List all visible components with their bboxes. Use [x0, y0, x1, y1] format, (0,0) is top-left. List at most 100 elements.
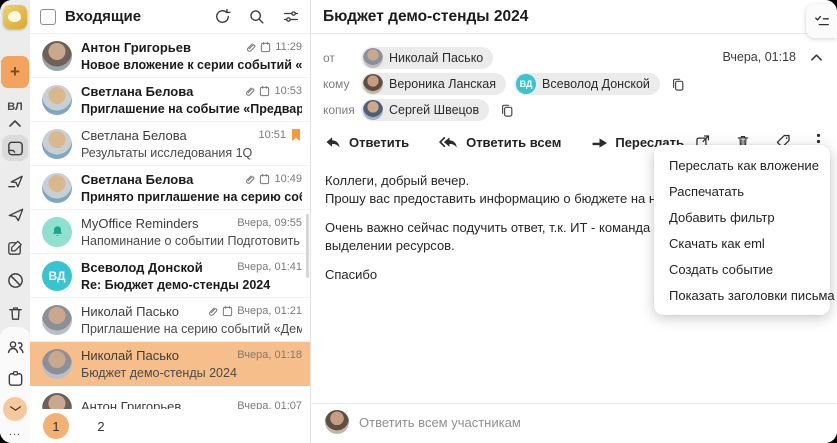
reply-all-button[interactable]: Ответить всем [439, 135, 561, 150]
context-menu: Переслать как вложение Распечатать Добав… [654, 145, 835, 315]
refresh-icon[interactable] [214, 8, 231, 25]
attachment-icon [244, 85, 255, 97]
sidebar-folder-outbox[interactable] [2, 168, 28, 194]
avatar: ВД [42, 260, 72, 291]
reply-icon [325, 136, 342, 150]
recipient-pill[interactable]: Вероника Ланская [361, 73, 507, 95]
menu-item-create-event[interactable]: Создать событие [654, 256, 830, 282]
list-item[interactable]: ВД Всеволод Донской Вчера, 01:41 Re: Бюд… [30, 254, 310, 298]
avatar [42, 304, 72, 335]
calendar-badge-icon [259, 85, 270, 97]
quick-reply-bar[interactable]: Ответить всем участникам [311, 403, 837, 440]
email-subject: Бюджет демо-стенды 2024 [81, 365, 237, 380]
list-item[interactable]: Антон Григорьев 11:29 Новое вложение к с… [30, 34, 310, 78]
avatar [363, 74, 383, 94]
from-label: от [323, 51, 335, 65]
sidebar-folder-drafts[interactable] [2, 234, 28, 260]
sender-name: Николай Пасько [81, 347, 180, 363]
cc-label: копия [323, 103, 355, 117]
mail-app-button[interactable] [2, 396, 28, 422]
page-button-1[interactable]: 1 [43, 413, 69, 439]
attachment-icon [244, 173, 255, 185]
list-item[interactable]: MyOffice Reminders Вчера, 09:55 Напомина… [30, 210, 310, 254]
sender-pill[interactable]: Николай Пасько [361, 47, 494, 69]
email-time: Вчера, 01:21 [237, 305, 302, 317]
email-time: 10:53 [274, 85, 302, 97]
list-item[interactable]: Светлана Белова 10:51 Результаты исследо… [30, 122, 310, 166]
email-time: 11:29 [275, 41, 302, 53]
list-item[interactable]: Светлана Белова 10:49 Принято приглашени… [30, 166, 310, 210]
mail-app-icon [3, 397, 27, 421]
sender-name: Всеволод Донской [81, 259, 203, 275]
email-time: Вчера, 01:41 [237, 261, 302, 273]
sidebar-folder-inbox[interactable] [2, 135, 28, 161]
email-subject: Re: Бюджет демо-стенды 2024 [81, 277, 271, 292]
contacts-icon [5, 337, 25, 357]
sidebar-folder-trash[interactable] [2, 300, 28, 326]
menu-item-add-filter[interactable]: Добавить фильтр [654, 204, 830, 230]
flag-icon [290, 128, 302, 142]
email-subject-title: Бюджет демо-стенды 2024 [323, 7, 529, 25]
copy-recipients-icon[interactable] [670, 76, 686, 93]
tasks-panel-toggle[interactable] [806, 4, 837, 38]
recipient-pill[interactable]: ВД Всеволод Донской [514, 73, 660, 95]
user-avatar[interactable]: ВЛ [7, 101, 22, 113]
compose-button[interactable]: + [1, 56, 29, 88]
email-meta: от Николай Пасько кому Вероника Ланская … [311, 34, 837, 121]
avatar [325, 410, 349, 434]
select-all-checkbox[interactable] [40, 8, 56, 25]
email-time: 10:51 [258, 129, 286, 141]
reply-button[interactable]: Ответить [325, 135, 409, 150]
avatar [42, 84, 72, 115]
mail-list-panel: Входящие Антон Григорьев 11:29 Новое вло… [30, 0, 311, 443]
cc-pill-name: Сергей Швецов [389, 103, 480, 117]
sender-name: Антон Григорьев [81, 39, 191, 55]
cc-pill[interactable]: Сергей Швецов [361, 99, 490, 121]
list-item[interactable]: Николай Пасько Вчера, 01:21 Приглашение … [30, 298, 310, 342]
sender-name: Светлана Белова [81, 83, 194, 99]
email-subject: Приглашение на событие «Предварительно..… [81, 101, 302, 116]
sent-icon [6, 205, 25, 224]
list-scrollbar[interactable] [306, 214, 309, 278]
sidebar-folder-sent[interactable] [2, 201, 28, 227]
email-subject: Принято приглашение на серию событий «..… [81, 189, 302, 204]
search-icon[interactable] [248, 8, 265, 25]
collapse-up-icon[interactable] [8, 119, 22, 128]
copy-cc-icon[interactable] [499, 102, 515, 119]
email-list: Антон Григорьев 11:29 Новое вложение к с… [30, 34, 310, 409]
trash-icon [6, 304, 25, 323]
sender-name: Антон Григорьев [81, 398, 182, 410]
reply-all-icon [439, 136, 459, 150]
pagination: 1 2 [30, 409, 310, 443]
folder-title: Входящие [65, 8, 142, 25]
email-time: Вчера, 01:07 [237, 400, 302, 409]
sidebar-folder-spam[interactable] [2, 267, 28, 293]
app-window: + ВЛ ... Входящие Антон Григорьев 11:29 … [0, 0, 837, 443]
avatar [42, 348, 72, 379]
page-button-2[interactable]: 2 [88, 413, 114, 439]
more-apps-button[interactable]: ... [9, 427, 21, 438]
recipient-pill-name: Всеволод Донской [542, 77, 650, 91]
list-item[interactable]: Николай Пасько Вчера, 01:18 Бюджет демо-… [30, 342, 310, 386]
contacts-app-button[interactable] [2, 334, 28, 360]
list-item[interactable]: Светлана Белова 10:53 Приглашение на соб… [30, 78, 310, 122]
sidebar: + ВЛ ... [0, 0, 30, 443]
body-line: Спасибо [325, 267, 378, 282]
collapse-header-icon[interactable] [810, 53, 823, 62]
menu-item-download-eml[interactable]: Скачать как eml [654, 230, 830, 256]
filter-icon[interactable] [282, 8, 300, 25]
menu-item-print[interactable]: Распечатать [654, 178, 830, 204]
calendar-app-button[interactable] [2, 365, 28, 391]
avatar [42, 40, 72, 71]
avatar [363, 100, 383, 120]
drafts-icon [6, 238, 25, 257]
avatar [42, 128, 72, 159]
list-item[interactable]: Антон Григорьев Вчера, 01:07 [30, 386, 310, 409]
menu-item-show-headers[interactable]: Показать заголовки письма [654, 282, 835, 308]
checklist-icon [814, 14, 830, 29]
email-subject: Напоминание о событии Подготовить отчет.… [81, 233, 302, 248]
email-time: Вчера, 01:18 [237, 349, 302, 361]
attachment-icon [207, 305, 218, 317]
menu-item-forward-as-attachment[interactable]: Переслать как вложение [654, 152, 830, 178]
cc-row: копия Сергей Швецов [323, 99, 821, 121]
